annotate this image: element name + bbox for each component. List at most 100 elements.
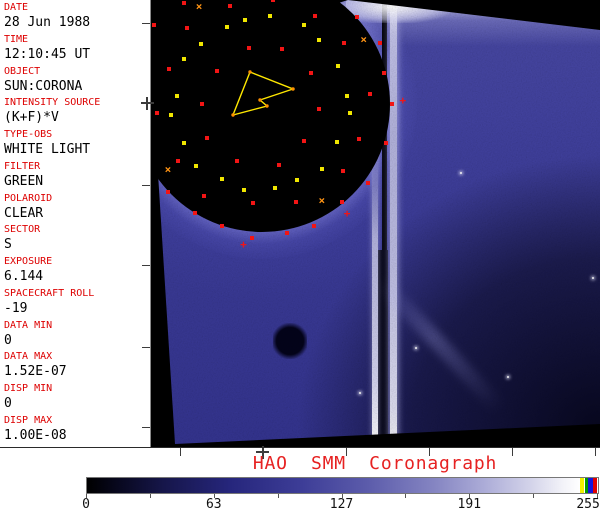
fiducial-dot: [175, 158, 180, 163]
field-value: GREEN: [4, 173, 44, 189]
field-value: 28 Jun 1988: [4, 15, 91, 30]
fiducial-dot: [220, 224, 225, 229]
fiducial-dot: [205, 136, 209, 141]
fiducial-dot: [202, 194, 207, 198]
fiducial-dot: [181, 140, 186, 145]
colorbar-tick: [533, 494, 535, 498]
fiducial-dot: [357, 136, 362, 141]
field-value: 6.144: [4, 269, 44, 285]
field-label: DATA MAX: [4, 351, 53, 363]
fiducial-dot: [341, 40, 346, 45]
field-value: 1.52E-07: [4, 364, 67, 380]
fiducial-dot: [312, 14, 317, 19]
fiducial-dot: [378, 40, 382, 45]
colorbar-tick-label: 63: [205, 497, 222, 512]
fiducial-plus-mark: +: [240, 237, 247, 251]
bottom-axis-tick: [512, 448, 513, 456]
field-label: DISP MAX: [4, 414, 53, 426]
field-label: INTENSITY SOURCE: [4, 97, 101, 109]
fiducial-dot: [151, 23, 156, 28]
fiducial-dot: [228, 3, 232, 8]
fiducial-dot: [311, 224, 316, 229]
fiducial-dot: [316, 106, 321, 111]
field-value: 12:10:45 UT: [4, 46, 91, 62]
frame-line-horizontal: [0, 447, 600, 448]
field-value: S: [4, 237, 12, 253]
fiducial-dot: [247, 45, 252, 50]
fiducial-dot: [181, 57, 186, 62]
fiducial-dot: [249, 236, 254, 241]
metadata-field: INTENSITY SOURCE (K+F)*V: [4, 97, 150, 129]
fiducial-dot: [384, 141, 389, 146]
fiducial-dot: [234, 158, 239, 163]
smm-coronagraph-viewer: DATE 28 Jun 1988 TIME 12:10:45 UT OBJECT SUN:…: [0, 0, 600, 512]
field-label: DISP MIN: [4, 383, 53, 395]
metadata-field: DATE 28 Jun 1988: [4, 2, 150, 34]
fiducial-dot: [224, 25, 229, 30]
field-value: 1.00E-08: [4, 427, 67, 443]
field-value: SUN:CORONA: [4, 78, 83, 94]
metadata-field: SPACECRAFT ROLL -19: [4, 288, 150, 320]
fiducial-dot: [295, 177, 300, 182]
colorbar-stripe: [580, 478, 584, 493]
bottom-axis-tick: [180, 448, 181, 456]
colorbar: [86, 477, 599, 494]
fiducial-dot: [272, 186, 277, 191]
metadata-field: SECTOR S: [4, 224, 150, 256]
fiducial-dot: [308, 70, 313, 75]
fiducial-dots-layer: +++++++××××: [151, 0, 600, 447]
colorbar-tick-label: 255: [576, 497, 600, 512]
fiducial-dot: [316, 37, 321, 42]
metadata-field: DATA MAX 1.52E-07: [4, 351, 150, 383]
image-title: HAO SMM Coronagraph: [252, 453, 498, 474]
left-axis-tick: [142, 23, 150, 24]
fiducial-dot: [344, 94, 349, 99]
field-value: 0: [4, 332, 12, 348]
fiducial-dot: [174, 93, 179, 98]
metadata-field: FILTER GREEN: [4, 161, 150, 193]
fiducial-dot: [302, 138, 307, 143]
metadata-field: TYPE-OBS WHITE LIGHT: [4, 129, 150, 161]
metadata-field: TIME 12:10:45 UT: [4, 34, 150, 66]
fiducial-dot: [354, 14, 359, 19]
field-label: FILTER: [4, 160, 41, 172]
fiducial-dot: [276, 162, 281, 167]
colorbar-tick-label: 127: [329, 497, 354, 512]
bottom-axis-tick: [595, 448, 596, 456]
fiducial-dot: [340, 168, 345, 173]
field-label: SPACECRAFT ROLL: [4, 287, 95, 299]
coronagraph-image: +++++++××××: [151, 0, 600, 447]
fiducial-dot: [389, 102, 394, 106]
fiducial-dot: [320, 167, 325, 172]
colorbar-tick-label: 0: [82, 497, 90, 512]
field-label: DATE: [4, 2, 29, 13]
fiducial-dot: [192, 211, 197, 216]
colorbar-tick-label: 191: [457, 497, 482, 512]
fiducial-dot: [271, 0, 276, 3]
fiducial-dot: [335, 63, 340, 68]
field-label: DATA MIN: [4, 319, 53, 331]
metadata-field: DATA MIN 0: [4, 320, 150, 352]
metadata-field: OBJECT SUN:CORONA: [4, 66, 150, 98]
metadata-field: POLAROID CLEAR: [4, 193, 150, 225]
fiducial-dot: [251, 200, 255, 205]
colorbar-tick: [405, 494, 407, 498]
left-axis-major-tick: [141, 102, 154, 104]
left-axis-tick: [142, 185, 150, 186]
fiducial-dot: [366, 180, 371, 185]
fiducial-plus-mark: +: [399, 93, 407, 107]
fiducial-x-mark: ×: [164, 163, 172, 177]
left-axis-tick: [142, 347, 150, 348]
colorbar-stripe: [593, 478, 597, 493]
field-value: WHITE LIGHT: [4, 142, 91, 158]
fiducial-dot: [241, 188, 246, 193]
fiducial-dot: [184, 25, 189, 30]
fiducial-dot: [301, 23, 306, 28]
field-value: -19: [4, 300, 28, 316]
fiducial-dot: [194, 163, 199, 168]
fiducial-dot: [382, 70, 387, 75]
fiducial-x-mark: ×: [360, 32, 368, 46]
fiducial-dot: [169, 112, 174, 117]
field-label: TIME: [4, 33, 29, 45]
field-label: EXPOSURE: [4, 256, 53, 268]
